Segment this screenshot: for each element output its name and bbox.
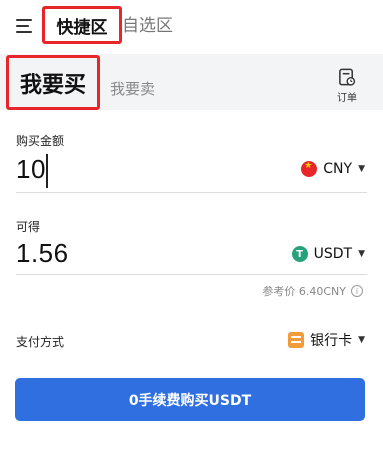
buy-usdt-button[interactable]: 0手续费购买USDT bbox=[15, 378, 365, 421]
receive-currency-label: USDT bbox=[313, 246, 353, 262]
pay-currency-label: CNY bbox=[323, 161, 353, 177]
china-flag-icon bbox=[301, 161, 318, 177]
info-icon[interactable]: i bbox=[351, 285, 363, 297]
chevron-down-icon: ▼ bbox=[358, 164, 365, 174]
tab-buy[interactable]: 我要买 bbox=[6, 55, 100, 110]
tab-sell[interactable]: 我要卖 bbox=[110, 78, 155, 99]
text-cursor bbox=[46, 154, 48, 188]
tab-custom-zone[interactable]: 自选区 bbox=[122, 14, 173, 38]
reference-price: 参考价 6.40CNY i bbox=[262, 283, 363, 299]
bank-card-icon bbox=[288, 332, 305, 348]
pay-divider bbox=[16, 192, 367, 193]
orders-label: 订单 bbox=[337, 93, 357, 104]
receive-amount-label: 可得 bbox=[16, 220, 41, 234]
orders-icon bbox=[339, 68, 356, 86]
receive-amount-input[interactable]: 1.56 bbox=[16, 238, 69, 269]
tab-buy-label: 我要买 bbox=[19, 72, 86, 98]
pay-amount-input[interactable]: 10 bbox=[16, 154, 46, 185]
payment-method-value: 银行卡 bbox=[310, 333, 353, 349]
tab-custom-zone-label: 自选区 bbox=[122, 16, 173, 36]
tether-icon: T bbox=[291, 246, 308, 262]
reference-price-text: 参考价 6.40CNY bbox=[262, 285, 346, 298]
receive-currency-selector[interactable]: T USDT ▼ bbox=[291, 246, 365, 262]
tab-quick-zone[interactable]: 快捷区 bbox=[42, 6, 122, 44]
menu-icon[interactable] bbox=[16, 17, 36, 35]
trade-mode-bar: 我要买 我要卖 订单 bbox=[0, 54, 383, 110]
payment-method-selector[interactable]: 银行卡 ▼ bbox=[288, 330, 365, 350]
orders-button[interactable]: 订单 bbox=[333, 68, 361, 104]
top-header: 快捷区 自选区 bbox=[0, 0, 383, 54]
tab-sell-label: 我要卖 bbox=[110, 80, 156, 98]
pay-currency-selector[interactable]: CNY ▼ bbox=[301, 161, 365, 177]
payment-method-label: 支付方式 bbox=[16, 335, 65, 349]
pay-amount-label: 购买金额 bbox=[16, 134, 65, 148]
tab-quick-zone-label: 快捷区 bbox=[56, 17, 108, 38]
chevron-down-icon: ▼ bbox=[358, 335, 365, 345]
receive-divider bbox=[16, 274, 367, 275]
chevron-down-icon: ▼ bbox=[358, 249, 365, 259]
